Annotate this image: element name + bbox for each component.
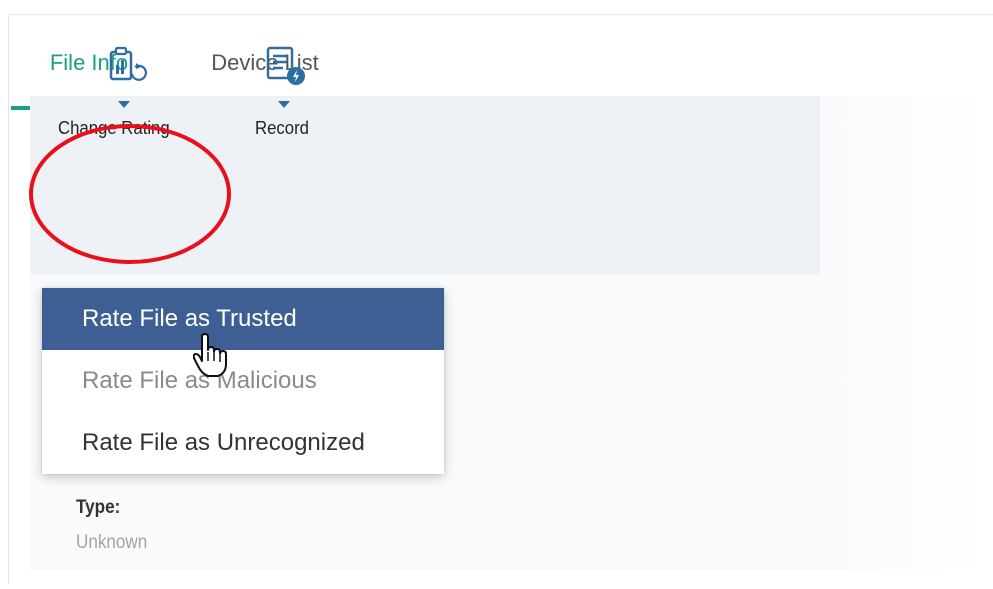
record-icon [266, 46, 305, 85]
record-caret-icon [278, 101, 290, 108]
menu-item-rate-unrecognized-label: Rate File as Unrecognized [82, 429, 365, 456]
record-label: Record [255, 118, 309, 138]
type-field-value: Unknown [76, 532, 148, 553]
menu-item-rate-malicious[interactable]: Rate File as Malicious [42, 350, 444, 412]
record-button[interactable]: Record [246, 0, 336, 178]
menu-item-rate-trusted[interactable]: Rate File as Trusted [42, 288, 444, 350]
change-rating-caret-icon [118, 101, 130, 108]
menu-item-rate-unrecognized[interactable]: Rate File as Unrecognized [42, 412, 444, 474]
content-fade [830, 96, 985, 570]
type-field-label: Type: [76, 497, 121, 518]
change-rating-button[interactable]: Change Rating [55, 0, 205, 178]
change-rating-icon [109, 46, 147, 81]
menu-item-rate-trusted-label: Rate File as Trusted [82, 305, 297, 332]
change-rating-dropdown: Rate File as Trusted Rate File as Malici… [42, 288, 444, 474]
change-rating-label: Change Rating [58, 118, 170, 138]
menu-item-rate-malicious-label: Rate File as Malicious [82, 367, 317, 394]
